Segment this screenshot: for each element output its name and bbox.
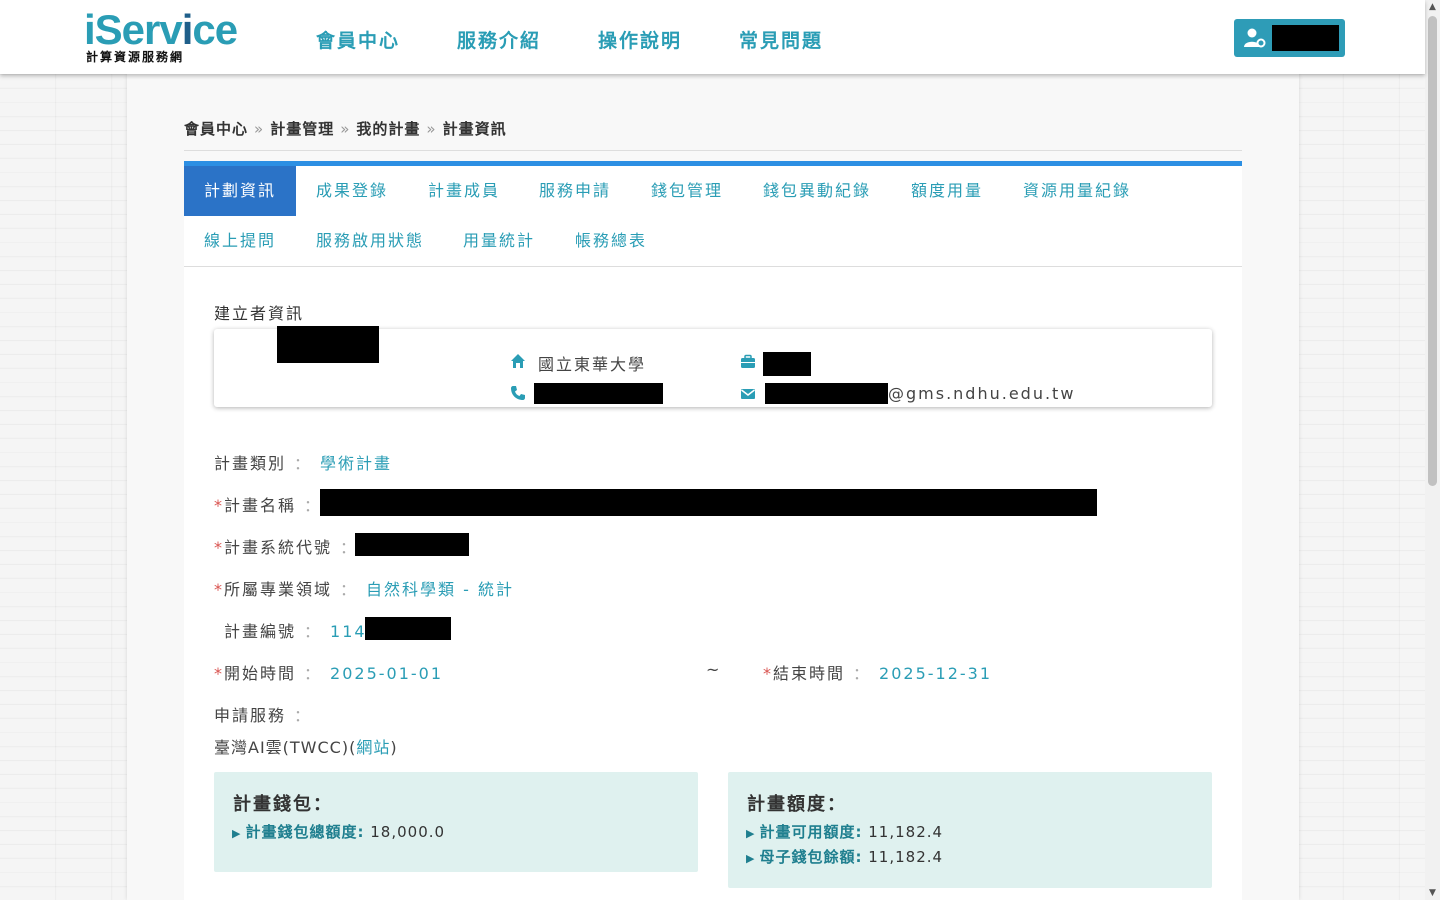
end-date-value: 2025-12-31: [879, 664, 993, 683]
tab-service-apply[interactable]: 服務申請: [519, 166, 631, 216]
wallet-total-line: ▶ 計畫錢包總額度: 18,000.0: [232, 821, 445, 842]
breadcrumb-project-info: 計畫資訊: [442, 120, 507, 138]
project-number-label: 計畫編號: [224, 622, 297, 641]
nav-instructions[interactable]: 操作說明: [598, 26, 682, 53]
category-label: 計畫類別: [214, 454, 287, 473]
wallet-total-value: 18,000.0: [370, 823, 446, 841]
creator-info-card: 國立東華大學 @gms.ndhu.edu.tw: [214, 326, 1212, 407]
tab-results[interactable]: 成果登錄: [296, 166, 408, 216]
domain-value: 自然科學類 - 統計: [366, 580, 514, 599]
start-date-value: 2025-01-01: [330, 664, 444, 683]
field-category: 計畫類別：學術計畫: [214, 454, 393, 473]
tab-billing-summary[interactable]: 帳務總表: [555, 216, 667, 266]
applied-service-value: 臺灣AI雲(TWCC)(網站): [214, 738, 398, 757]
field-project-name: *計畫名稱：: [214, 496, 323, 515]
breadcrumb-separator: »: [426, 120, 437, 138]
end-date-label: 結束時間: [773, 664, 846, 683]
caret-right-icon: ▶: [746, 827, 756, 840]
redacted-email-user: [765, 383, 888, 404]
briefcase-icon: [741, 354, 755, 368]
redacted-project-name: [320, 489, 1097, 516]
top-header: iService 計算資源服務網 會員中心 服務介紹 操作說明 常見問題: [0, 0, 1425, 74]
project-name-label: 計畫名稱: [224, 496, 297, 515]
redacted-project-number: [365, 617, 451, 640]
start-date-label: 開始時間: [224, 664, 297, 683]
tab-resource-usage[interactable]: 資源用量紀錄: [1003, 166, 1151, 216]
breadcrumb-separator: »: [254, 120, 265, 138]
domain-label: 所屬專業領域: [224, 580, 333, 599]
quota-available-value: 11,182.4: [868, 823, 944, 841]
tab-usage-stats[interactable]: 用量統計: [443, 216, 555, 266]
caret-right-icon: ▶: [232, 827, 242, 840]
tab-project-info[interactable]: 計劃資訊: [184, 166, 296, 216]
breadcrumb-project-management[interactable]: 計畫管理: [270, 120, 334, 138]
breadcrumb-member-center[interactable]: 會員中心: [184, 120, 248, 138]
category-value: 學術計畫: [320, 454, 393, 473]
field-project-number: 計畫編號： 114T: [224, 622, 379, 641]
breadcrumb-divider: [184, 150, 1242, 151]
page-scrollbar[interactable]: ▲ ▼: [1425, 0, 1440, 900]
user-settings-icon: [1244, 28, 1266, 48]
logo-wordmark: iService: [84, 6, 238, 53]
logo-subtitle: 計算資源服務網: [86, 50, 185, 64]
quota-balance-value: 11,182.4: [868, 848, 944, 866]
envelope-icon: [741, 389, 755, 399]
scroll-down-icon[interactable]: ▼: [1425, 886, 1440, 900]
redacted-system-code: [355, 533, 469, 556]
caret-right-icon: ▶: [746, 852, 756, 865]
field-start-date: *開始時間： 2025-01-01: [214, 664, 444, 683]
quota-balance-line: ▶ 母子錢包餘額: 11,182.4: [746, 846, 943, 867]
scroll-thumb[interactable]: [1428, 16, 1437, 486]
tab-wallet-management[interactable]: 錢包管理: [631, 166, 743, 216]
wallet-total-label: 計畫錢包總額度:: [245, 823, 365, 841]
quota-available-label: 計畫可用額度:: [759, 823, 863, 841]
page-container: 會員中心 » 計畫管理 » 我的計畫 » 計畫資訊 計劃資訊 成果登錄 計畫成員 服務申請 …: [127, 74, 1299, 900]
date-range-tilde: ~: [706, 660, 722, 679]
iservice-logo[interactable]: iService 計算資源服務網: [84, 8, 254, 68]
phone-icon: [511, 386, 525, 400]
nav-faq[interactable]: 常見問題: [739, 26, 823, 53]
breadcrumb-my-projects[interactable]: 我的計畫: [356, 120, 420, 138]
home-icon: [511, 354, 525, 368]
tab-quota-usage[interactable]: 額度用量: [891, 166, 1003, 216]
tab-members[interactable]: 計畫成員: [408, 166, 520, 216]
scroll-up-icon[interactable]: ▲: [1425, 0, 1440, 14]
project-panel: 計劃資訊 成果登錄 計畫成員 服務申請 錢包管理 錢包異動紀錄 額度用量 資源用…: [184, 161, 1242, 900]
quota-title: 計畫額度：: [747, 794, 847, 815]
project-tabs: 計劃資訊 成果登錄 計畫成員 服務申請 錢包管理 錢包異動紀錄 額度用量 資源用…: [184, 166, 1242, 267]
nav-service-intro[interactable]: 服務介紹: [457, 26, 541, 53]
breadcrumb-separator: »: [340, 120, 351, 138]
quota-box: 計畫額度： ▶ 計畫可用額度: 11,182.4 ▶ 母子錢包餘額: 11,182.…: [728, 772, 1212, 888]
redacted-title: [763, 352, 811, 376]
wallet-box: 計畫錢包： ▶ 計畫錢包總額度: 18,000.0: [214, 772, 698, 872]
creator-email-domain: @gms.ndhu.edu.tw: [888, 384, 1076, 403]
redacted-phone: [534, 383, 663, 404]
tab-service-status[interactable]: 服務啟用狀態: [296, 216, 444, 266]
main-nav: 會員中心 服務介紹 操作說明 常見問題: [316, 26, 880, 53]
nav-member-center[interactable]: 會員中心: [316, 26, 400, 53]
tab-wallet-history[interactable]: 錢包異動紀錄: [743, 166, 891, 216]
redacted-username: [1272, 25, 1339, 51]
breadcrumb: 會員中心 » 計畫管理 » 我的計畫 » 計畫資訊: [184, 118, 507, 139]
wallet-title: 計畫錢包：: [233, 794, 333, 815]
creator-institution: 國立東華大學: [538, 355, 647, 374]
field-applied-service: 申請服務：: [214, 706, 313, 725]
field-system-code: *計畫系統代號：: [214, 538, 359, 557]
field-domain: *所屬專業領域：自然科學類 - 統計: [214, 580, 514, 599]
tab-online-questions[interactable]: 線上提問: [184, 216, 296, 266]
user-account-button[interactable]: [1234, 19, 1345, 57]
field-end-date: *結束時間： 2025-12-31: [763, 664, 993, 683]
redacted-creator-name: [277, 326, 379, 363]
creator-section-title: 建立者資訊: [214, 304, 305, 323]
service-website-link[interactable]: 網站: [356, 738, 390, 757]
quota-available-line: ▶ 計畫可用額度: 11,182.4: [746, 821, 943, 842]
system-code-label: 計畫系統代號: [224, 538, 333, 557]
quota-balance-label: 母子錢包餘額:: [759, 848, 863, 866]
applied-service-label: 申請服務: [214, 706, 287, 725]
